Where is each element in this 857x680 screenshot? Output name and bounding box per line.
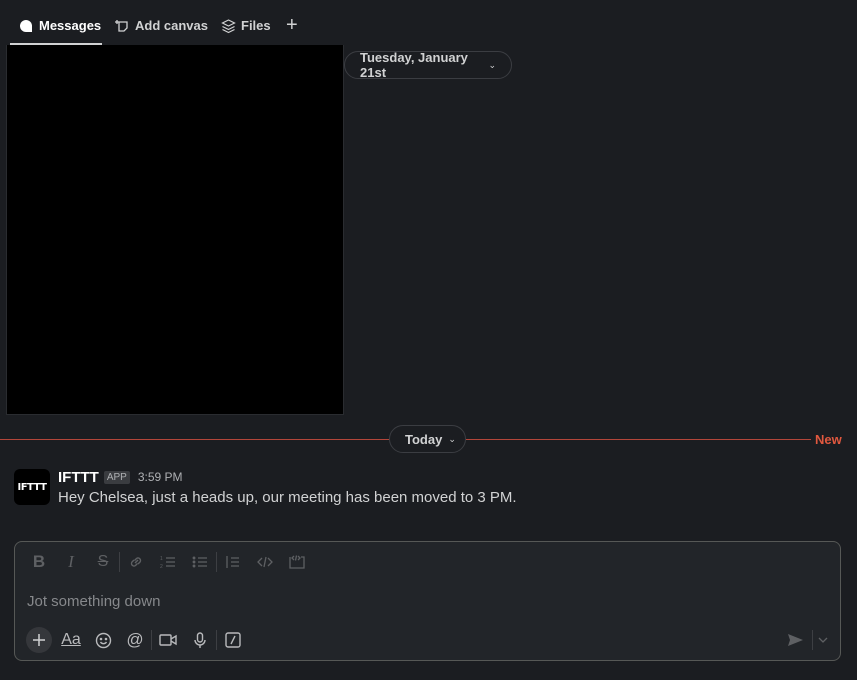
strikethrough-button[interactable]: S	[87, 550, 119, 574]
bulleted-list-icon	[192, 556, 207, 568]
tab-messages[interactable]: Messages	[10, 17, 102, 45]
chevron-down-icon: ⌄	[488, 59, 496, 70]
schedule-send-button[interactable]	[816, 630, 830, 650]
svg-text:1: 1	[160, 556, 163, 562]
media-placeholder	[6, 45, 344, 415]
bold-button[interactable]: B	[23, 550, 55, 574]
chevron-down-icon	[818, 637, 828, 643]
sender-name[interactable]: IFTTT	[58, 469, 99, 486]
blockquote-button[interactable]	[217, 550, 249, 574]
link-button[interactable]	[120, 550, 152, 574]
layers-icon	[220, 17, 236, 35]
shortcuts-button[interactable]	[217, 627, 249, 653]
new-messages-line	[466, 439, 811, 440]
bold-icon: B	[32, 552, 46, 571]
send-button[interactable]	[784, 630, 806, 650]
tab-label: Files	[241, 18, 271, 33]
attach-button[interactable]	[23, 627, 55, 653]
link-icon	[130, 557, 142, 567]
message-composer: B I S 12 Jot something down Aa @	[14, 541, 841, 661]
ordered-list-button[interactable]: 12	[152, 550, 184, 574]
code-button[interactable]	[249, 550, 281, 574]
text-format-icon: Aa	[61, 631, 81, 648]
message-timestamp[interactable]: 3:59 PM	[138, 470, 183, 484]
slash-command-icon	[225, 632, 241, 648]
emoji-icon	[95, 632, 111, 648]
video-button[interactable]	[152, 627, 184, 653]
ordered-list-icon: 12	[160, 556, 175, 570]
message-input[interactable]: Jot something down	[27, 593, 807, 610]
emoji-button[interactable]	[87, 627, 119, 653]
composer-actions: Aa @	[23, 627, 249, 653]
app-badge: APP	[103, 470, 130, 484]
send-icon	[787, 634, 803, 646]
formatting-toggle-button[interactable]: Aa	[55, 627, 87, 653]
message-item: IFTTT IFTTT APP 3:59 PM Hey Chelsea, jus…	[14, 468, 844, 512]
date-divider-button[interactable]: Tuesday, January 21st ⌄	[344, 50, 512, 80]
formatting-toolbar: B I S 12	[23, 550, 313, 574]
blockquote-icon	[226, 556, 239, 568]
tab-label: Add canvas	[135, 18, 208, 33]
video-icon	[159, 634, 177, 646]
date-label: Tuesday, January 21st	[360, 50, 468, 80]
tab-label: Messages	[39, 18, 102, 33]
canvas-icon	[114, 17, 130, 35]
italic-icon: I	[68, 552, 74, 571]
plus-icon	[33, 634, 45, 646]
separator	[812, 630, 813, 650]
tab-files[interactable]: Files	[220, 17, 271, 45]
tab-add-canvas[interactable]: Add canvas	[114, 17, 208, 45]
new-messages-line	[0, 439, 389, 440]
audio-button[interactable]	[184, 627, 216, 653]
mention-button[interactable]: @	[119, 627, 151, 653]
today-divider-button[interactable]: Today ⌄	[389, 425, 466, 453]
code-icon	[257, 556, 273, 568]
microphone-icon	[194, 631, 206, 648]
date-label: Today	[405, 431, 443, 447]
code-block-button[interactable]	[281, 550, 313, 574]
new-label: New	[815, 432, 842, 447]
avatar[interactable]: IFTTT	[14, 469, 50, 505]
strikethrough-icon: S	[97, 553, 109, 570]
chevron-down-icon: ⌄	[448, 433, 456, 444]
add-tab-button[interactable]: +	[286, 15, 298, 43]
message-text: Hey Chelsea, just a heads up, our meetin…	[58, 489, 517, 506]
at-icon: @	[126, 630, 144, 649]
code-block-icon	[289, 555, 305, 569]
svg-text:2: 2	[160, 564, 163, 570]
message-bubble-icon	[18, 17, 34, 35]
channel-tabs: Messages Add canvas Files +	[0, 0, 857, 45]
italic-button[interactable]: I	[55, 550, 87, 574]
bulleted-list-button[interactable]	[184, 550, 216, 574]
